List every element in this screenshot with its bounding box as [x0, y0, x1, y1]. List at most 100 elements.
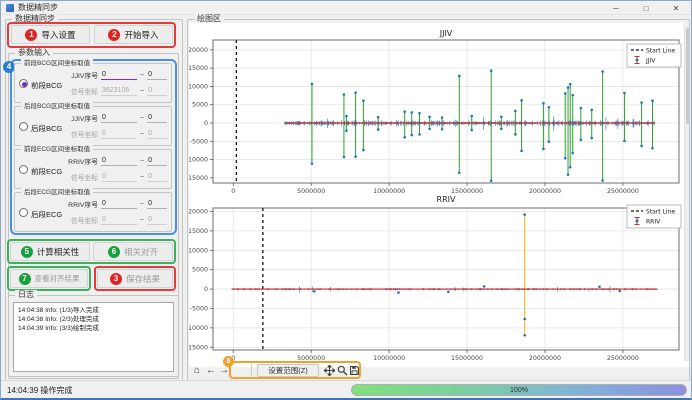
zoom-icon[interactable] — [336, 364, 348, 377]
jjiv-index-from-input[interactable] — [101, 70, 137, 80]
correlation-align-label: 相关对齐 — [124, 246, 158, 258]
signal-coord-to-input — [147, 172, 167, 182]
rear-ecg-radio[interactable] — [19, 208, 28, 217]
rriv-chart[interactable]: 0500000010000000150000002000000025000000… — [189, 193, 689, 367]
svg-text:25000000: 25000000 — [607, 355, 639, 362]
section-title: 后段ECG区间坐标取值 — [21, 188, 93, 198]
jjiv-chart[interactable]: 0500000010000000150000002000000025000000… — [189, 25, 689, 195]
badge-6: 6 — [108, 246, 120, 258]
plot-scrollbar-thumb[interactable] — [686, 28, 690, 124]
section-title: 前段ECG区间坐标取值 — [21, 145, 93, 155]
range-separator: ~ — [140, 158, 144, 165]
signal-coord-from-input — [101, 215, 137, 225]
window-title: 数据精同步 — [18, 2, 58, 13]
signal-coord-from-input — [101, 86, 137, 96]
maximize-button[interactable]: □ — [631, 1, 661, 15]
compute-correlation-label: 计算相关性 — [37, 246, 80, 258]
save-figure-icon[interactable] — [348, 364, 360, 377]
svg-text:-5000: -5000 — [190, 305, 208, 312]
signal-coord-to-input — [147, 86, 167, 96]
field-label: 信号坐标 — [65, 172, 98, 182]
log-line: 14:04:39 Info: (3/3)绘制完成 — [18, 324, 169, 333]
field-label: RRIV序号 — [65, 156, 98, 166]
rriv-index-to-input[interactable] — [147, 199, 167, 209]
signal-coord-to-input — [147, 129, 167, 139]
view-align-result-button[interactable]: 7 查看对齐结果 — [10, 269, 88, 288]
figure-canvas[interactable]: 0500000010000000150000002000000025000000… — [189, 23, 683, 361]
signal-coord-from-input — [101, 172, 137, 182]
badge-1: 1 — [25, 29, 37, 41]
rriv-index-to-input[interactable] — [147, 156, 167, 166]
svg-text:20000000: 20000000 — [529, 355, 561, 362]
badge-3: 3 — [110, 273, 122, 285]
section-rear-ecg: 后段ECG区间坐标取值 后段ECG RRIV序号 ~ 信号坐标 ~ — [14, 192, 172, 232]
jjiv-index-from-input[interactable] — [101, 113, 137, 123]
range-separator: ~ — [140, 88, 144, 95]
compute-correlation-button[interactable]: 5 计算相关性 — [10, 242, 90, 261]
title-bar: 数据精同步 ─ □ ✕ — [1, 1, 691, 15]
correlation-align-button[interactable]: 6 相关对齐 — [93, 242, 173, 261]
plot-scrollbar[interactable] — [684, 25, 689, 361]
section-rear-bcg: 后段BCG区间坐标取值 后段BCG JJIV序号 ~ 信号坐标 ~ — [14, 106, 172, 146]
rriv-index-from-input[interactable] — [101, 156, 137, 166]
field-label: 信号坐标 — [65, 215, 98, 225]
svg-text:Start Line: Start Line — [646, 48, 675, 55]
signal-coord-from-input — [101, 129, 137, 139]
field-label: RRIV序号 — [65, 199, 98, 209]
params-groupbox-label: 参数输入 — [15, 48, 53, 58]
section-title: 后段BCG区间坐标取值 — [21, 102, 93, 112]
svg-text:-15000: -15000 — [189, 175, 208, 182]
svg-text:15000: 15000 — [189, 228, 208, 235]
svg-text:-10000: -10000 — [189, 325, 208, 332]
svg-text:-5000: -5000 — [190, 138, 208, 145]
set-range-button[interactable]: 设置范围(Z) — [257, 364, 319, 377]
log-output: 14:04:38 Info: (1/3)导入完成 14:04:38 Info: … — [13, 302, 174, 372]
rriv-index-from-input[interactable] — [101, 199, 137, 209]
svg-text:20000: 20000 — [189, 47, 208, 54]
svg-text:RRIV: RRIV — [646, 219, 661, 226]
save-result-button[interactable]: 3 保存结果 — [97, 269, 173, 288]
svg-text:0: 0 — [204, 120, 208, 127]
range-separator: ~ — [140, 201, 144, 208]
range-separator: ~ — [140, 131, 144, 138]
home-icon[interactable]: ⌂ — [191, 364, 203, 377]
app-icon — [6, 4, 14, 12]
svg-text:10000: 10000 — [189, 83, 208, 90]
minimize-button[interactable]: ─ — [601, 1, 631, 15]
section-front-bcg: 前段BCG区间坐标取值 前段BCG JJIV序号 ~ 信号坐标 ~ — [14, 63, 172, 103]
log-groupbox-label: 日志 — [15, 290, 37, 300]
view-align-result-label: 查看对齐结果 — [35, 273, 80, 284]
save-result-label: 保存结果 — [126, 273, 160, 285]
range-separator: ~ — [140, 217, 144, 224]
jjiv-index-to-input[interactable] — [147, 70, 167, 80]
import-settings-label: 导入设置 — [41, 29, 75, 41]
section-front-ecg: 前段ECG区间坐标取值 前段ECG RRIV序号 ~ 信号坐标 ~ — [14, 149, 172, 189]
svg-text:15000: 15000 — [189, 65, 208, 72]
rear-bcg-radio[interactable] — [19, 122, 28, 131]
log-line: 14:04:38 Info: (1/3)导入完成 — [18, 306, 169, 315]
svg-text:15000000: 15000000 — [451, 355, 483, 362]
svg-text:0: 0 — [204, 286, 208, 293]
svg-text:5000: 5000 — [192, 102, 208, 109]
start-import-button[interactable]: 2 开始导入 — [94, 25, 173, 44]
pan-icon[interactable] — [323, 364, 335, 377]
svg-text:10000: 10000 — [189, 247, 208, 254]
svg-text:-10000: -10000 — [189, 157, 208, 164]
svg-text:5000: 5000 — [192, 267, 208, 274]
front-ecg-radio[interactable] — [19, 165, 28, 174]
back-icon[interactable]: ← — [205, 364, 217, 377]
close-button[interactable]: ✕ — [661, 1, 691, 15]
toolbar-separator — [251, 364, 252, 376]
progress-value: 100% — [510, 387, 528, 394]
svg-text:JJIV: JJIV — [645, 58, 656, 65]
field-label: 信号坐标 — [65, 129, 98, 139]
field-label: JJIV序号 — [65, 113, 98, 123]
svg-text:RRIV: RRIV — [437, 195, 456, 204]
jjiv-index-to-input[interactable] — [147, 113, 167, 123]
front-bcg-radio[interactable] — [19, 79, 28, 88]
front-ecg-radio-label: 前段ECG — [31, 166, 62, 177]
svg-text:10000000: 10000000 — [373, 355, 405, 362]
range-separator: ~ — [140, 174, 144, 181]
progress-bar: 100% — [351, 384, 687, 396]
import-settings-button[interactable]: 1 导入设置 — [11, 25, 90, 44]
